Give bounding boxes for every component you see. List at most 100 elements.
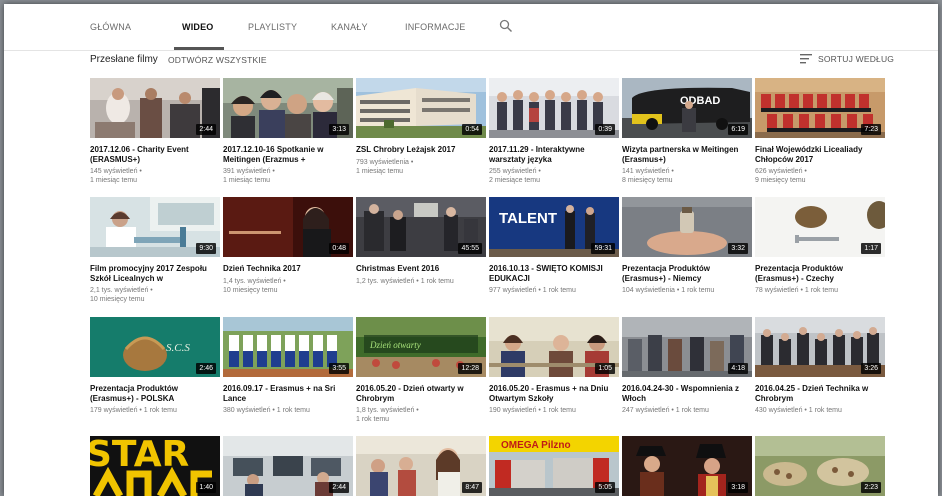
video-card[interactable]: 9:30 Film promocyjny 2017 Zespołu Szkół … — [90, 197, 220, 304]
video-thumbnail[interactable]: STAR 1:40 — [90, 436, 220, 496]
video-meta: 977 wyświetleń • 1 rok temu — [489, 286, 619, 295]
video-meta: 391 wyświetleń • 1 miesiąc temu — [223, 167, 353, 185]
video-card[interactable]: STAR 1:40 — [90, 436, 220, 496]
video-card[interactable]: S.C.S 2:46 Prezentacja Produktów (Erasmu… — [90, 317, 220, 415]
video-views: 190 wyświetleń • 1 rok temu — [489, 407, 576, 414]
video-title[interactable]: Prezentacja Produktów (Erasmus+) - POLSK… — [90, 384, 220, 403]
video-card[interactable]: 0:48 Dzień Technika 2017 1,4 tys. wyświe… — [223, 197, 353, 295]
tab-videos[interactable]: WIDEO — [182, 22, 214, 32]
video-title[interactable]: Prezentacja Produktów (Erasmus+) - Czech… — [755, 264, 885, 283]
video-thumbnail[interactable]: 9:30 — [90, 197, 220, 257]
video-duration: 8:47 — [462, 482, 482, 493]
play-all-button[interactable]: ODTWÓRZ WSZYSTKIE — [168, 55, 267, 65]
video-card[interactable]: 2:44 — [223, 436, 353, 496]
video-thumbnail[interactable]: 0:39 — [489, 78, 619, 138]
video-card[interactable]: 1:05 2016.05.20 - Erasmus + na Dniu Otwa… — [489, 317, 619, 415]
video-title[interactable]: 2016.04.25 - Dzień Technika w Chrobrym — [755, 384, 885, 403]
video-thumbnail[interactable]: 7:23 — [755, 78, 885, 138]
video-views: 78 wyświetleń • 1 rok temu — [755, 287, 838, 294]
video-age: 2 miesiące temu — [489, 177, 540, 184]
video-title[interactable]: 2017.12.06 - Charity Event (ERASMUS+) — [90, 145, 220, 164]
video-thumbnail[interactable]: 0:54 — [356, 78, 486, 138]
sort-label: SORTUJ WEDŁUG — [818, 54, 895, 64]
svg-text:S.C.S: S.C.S — [166, 342, 190, 354]
video-card[interactable]: 8:47 — [356, 436, 486, 496]
video-views: 391 wyświetleń • — [223, 168, 275, 175]
video-thumbnail[interactable]: 1:05 — [489, 317, 619, 377]
video-title[interactable]: 2016.10.13 - ŚWIĘTO KOMISJI EDUKACJI — [489, 264, 619, 283]
video-age: 1 miesiąc temu — [223, 177, 271, 184]
video-card[interactable]: 7:23 Finał Wojewódzki Licealiady Chłopcó… — [755, 78, 885, 185]
video-title[interactable]: Dzień Technika 2017 — [223, 264, 353, 274]
video-card[interactable]: 3:32 Prezentacja Produktów (Erasmus+) - … — [622, 197, 752, 295]
video-title[interactable]: Film promocyjny 2017 Zespołu Szkół Licea… — [90, 264, 220, 283]
video-thumbnail[interactable]: 3:55 — [223, 317, 353, 377]
video-card[interactable]: 2:23 — [755, 436, 885, 496]
video-thumbnail[interactable]: 2:44 — [90, 78, 220, 138]
video-card[interactable]: TALENT 59:31 2016.10.13 - ŚWIĘTO KOMISJI… — [489, 197, 619, 295]
video-thumbnail[interactable]: S.C.S 2:46 — [90, 317, 220, 377]
video-duration: 0:48 — [329, 243, 349, 254]
video-card[interactable]: Dzień otwarty 12:28 2016.05.20 - Dzień o… — [356, 317, 486, 424]
video-thumbnail[interactable]: 1:17 — [755, 197, 885, 257]
video-title[interactable]: Prezentacja Produktów (Erasmus+) - Niemc… — [622, 264, 752, 283]
video-age: 8 miesięcy temu — [622, 177, 673, 184]
video-meta: 255 wyświetleń • 2 miesiące temu — [489, 167, 619, 185]
video-thumbnail[interactable]: 45:55 — [356, 197, 486, 257]
tab-home[interactable]: GŁÓWNA — [90, 22, 131, 32]
video-card[interactable]: 3:18 — [622, 436, 752, 496]
video-card[interactable]: 2:44 2017.12.06 - Charity Event (ERASMUS… — [90, 78, 220, 185]
video-title[interactable]: Finał Wojewódzki Licealiady Chłopców 201… — [755, 145, 885, 164]
channel-page: GŁÓWNA WIDEO PLAYLISTY KANAŁY INFORMACJE… — [4, 4, 938, 496]
search-icon[interactable] — [499, 19, 513, 33]
video-card[interactable]: 1:17 Prezentacja Produktów (Erasmus+) - … — [755, 197, 885, 295]
video-card[interactable]: 0:39 2017.11.29 - Interaktywne warsztaty… — [489, 78, 619, 185]
video-thumbnail[interactable]: 3:18 — [622, 436, 752, 496]
section-title: Przesłane filmy — [90, 54, 158, 65]
video-duration: 2:44 — [196, 124, 216, 135]
video-card[interactable]: 3:13 2017.12.10-16 Spotkanie w Meitingen… — [223, 78, 353, 185]
video-thumbnail[interactable]: Dzień otwarty 12:28 — [356, 317, 486, 377]
video-meta: 1,2 tys. wyświetleń • 1 rok temu — [356, 277, 486, 286]
video-duration: 0:54 — [462, 124, 482, 135]
video-thumbnail[interactable]: 4:18 — [622, 317, 752, 377]
video-views: 255 wyświetleń • — [489, 168, 541, 175]
video-title[interactable]: Wizyta partnerska w Meitingen (Erasmus+) — [622, 145, 752, 164]
tab-about[interactable]: INFORMACJE — [405, 22, 466, 32]
video-card[interactable]: 45:55 Christmas Event 2016 1,2 tys. wyśw… — [356, 197, 486, 286]
tab-channels[interactable]: KANAŁY — [331, 22, 368, 32]
video-title[interactable]: 2017.12.10-16 Spotkanie w Meitingen (Era… — [223, 145, 353, 164]
video-duration: 3:32 — [728, 243, 748, 254]
video-title[interactable]: 2016.04.24-30 - Wspomnienia z Włoch — [622, 384, 752, 403]
video-title[interactable]: Christmas Event 2016 — [356, 264, 486, 274]
video-thumbnail[interactable]: 0:48 — [223, 197, 353, 257]
video-duration: 3:18 — [728, 482, 748, 493]
video-title[interactable]: 2016.05.20 - Dzień otwarty w Chrobrym — [356, 384, 486, 403]
video-views: 1,4 tys. wyświetleń • — [223, 277, 286, 285]
video-title[interactable]: 2016.09.17 - Erasmus + na Sri Lance — [223, 384, 353, 403]
video-duration: 1:40 — [196, 482, 216, 493]
video-duration: 3:26 — [861, 363, 881, 374]
video-thumbnail[interactable]: 3:32 — [622, 197, 752, 257]
tab-playlists[interactable]: PLAYLISTY — [248, 22, 297, 32]
video-views: 104 wyświetlenia • 1 rok temu — [622, 287, 715, 294]
video-thumbnail[interactable]: TALENT 59:31 — [489, 197, 619, 257]
video-card[interactable]: ODBAD 6:19 Wizyta partnerska w Meitingen… — [622, 78, 752, 185]
video-thumbnail[interactable]: 3:26 — [755, 317, 885, 377]
video-meta: 104 wyświetlenia • 1 rok temu — [622, 286, 752, 295]
video-title[interactable]: ZSL Chrobry Leżajsk 2017 — [356, 145, 486, 155]
video-card[interactable]: 4:18 2016.04.24-30 - Wspomnienia z Włoch… — [622, 317, 752, 415]
video-card[interactable]: OMEGA Pilzno 5:05 — [489, 436, 619, 496]
video-title[interactable]: 2017.11.29 - Interaktywne warsztaty języ… — [489, 145, 619, 164]
video-thumbnail[interactable]: 8:47 — [356, 436, 486, 496]
video-thumbnail[interactable]: 2:44 — [223, 436, 353, 496]
video-card[interactable]: 0:54 ZSL Chrobry Leżajsk 2017 793 wyświe… — [356, 78, 486, 176]
video-card[interactable]: 3:26 2016.04.25 - Dzień Technika w Chrob… — [755, 317, 885, 415]
video-card[interactable]: 3:55 2016.09.17 - Erasmus + na Sri Lance… — [223, 317, 353, 415]
video-title[interactable]: 2016.05.20 - Erasmus + na Dniu Otwartym … — [489, 384, 619, 403]
video-thumbnail[interactable]: 3:13 — [223, 78, 353, 138]
video-duration: 0:39 — [595, 124, 615, 135]
video-thumbnail[interactable]: OMEGA Pilzno 5:05 — [489, 436, 619, 496]
video-thumbnail[interactable]: ODBAD 6:19 — [622, 78, 752, 138]
video-thumbnail[interactable]: 2:23 — [755, 436, 885, 496]
